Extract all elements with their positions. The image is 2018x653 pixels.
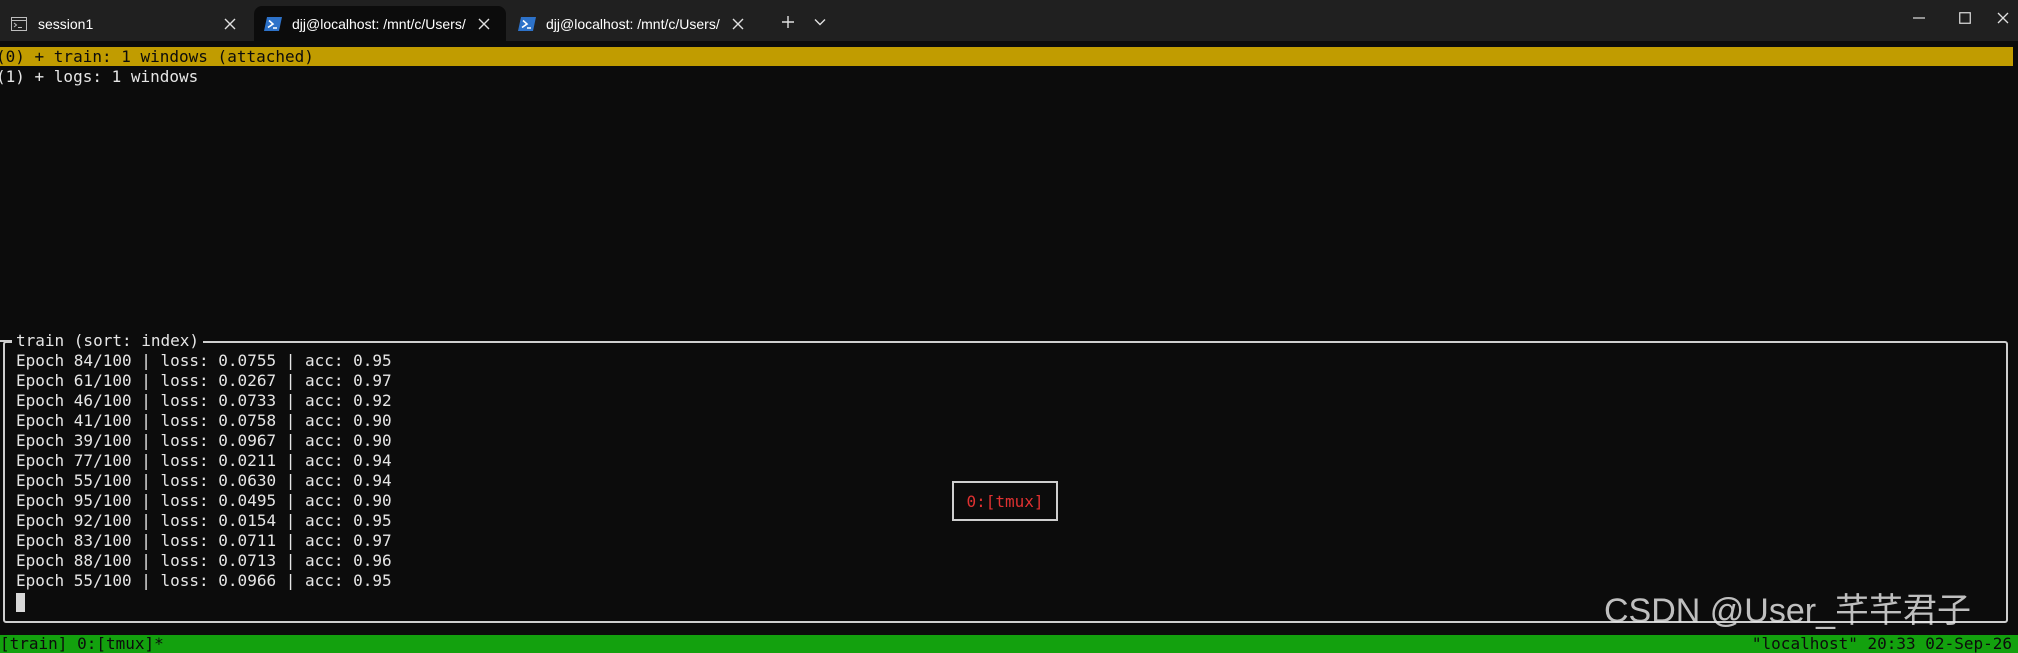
tab-title: session1 xyxy=(38,15,94,32)
log-line: Epoch 88/100 | loss: 0.0713 | acc: 0.96 xyxy=(16,551,392,570)
watermark: CSDN @User_芊芊君子 xyxy=(1604,592,1971,630)
log-line: Epoch 77/100 | loss: 0.0211 | acc: 0.94 xyxy=(16,451,392,470)
log-line: Epoch 39/100 | loss: 0.0967 | acc: 0.90 xyxy=(16,431,392,450)
maximize-button[interactable] xyxy=(1942,0,1988,36)
log-line: Epoch 55/100 | loss: 0.0966 | acc: 0.95 xyxy=(16,571,392,590)
status-left: [train] 0:[tmux]* xyxy=(0,634,164,653)
log-line: Epoch 61/100 | loss: 0.0267 | acc: 0.97 xyxy=(16,371,392,390)
tab-session1[interactable]: session1 xyxy=(0,6,252,41)
tab-localhost-2[interactable]: djj@localhost: /mnt/c/Users/djj xyxy=(508,6,760,41)
log-line: Epoch 83/100 | loss: 0.0711 | acc: 0.97 xyxy=(16,531,392,550)
chevron-down-icon xyxy=(814,19,826,26)
powershell-icon xyxy=(518,15,536,33)
session-item-train[interactable]: (0) + train: 1 windows (attached) xyxy=(0,47,314,67)
pane-title: train (sort: index) xyxy=(12,331,204,351)
terminal-area[interactable]: (0) + train: 1 windows (attached) (1) + … xyxy=(0,41,2018,653)
minimize-icon xyxy=(1913,17,1925,19)
minimize-button[interactable] xyxy=(1896,0,1942,36)
close-icon xyxy=(1997,12,2009,24)
plus-icon xyxy=(782,16,794,28)
tab-title: djj@localhost: /mnt/c/Users/djj xyxy=(546,15,720,32)
new-tab-dropdown-button[interactable] xyxy=(806,8,834,36)
window-preview-label: 0:[tmux] xyxy=(952,481,1058,521)
new-tab-button[interactable] xyxy=(774,8,802,36)
log-line: Epoch 41/100 | loss: 0.0758 | acc: 0.90 xyxy=(16,411,392,430)
tmux-status-bar: [train] 0:[tmux]* "localhost" 20:33 02-S… xyxy=(0,635,2018,653)
terminal-cursor xyxy=(16,593,25,612)
log-line: Epoch 92/100 | loss: 0.0154 | acc: 0.95 xyxy=(16,511,392,530)
window-preview-text: 0:[tmux] xyxy=(966,491,1044,511)
console-icon xyxy=(10,15,28,33)
tab-bar: session1 djj@localhost: /mnt/c/Users/d d… xyxy=(0,0,2018,41)
close-icon[interactable] xyxy=(728,14,748,34)
session-item-logs[interactable]: (1) + logs: 1 windows xyxy=(0,67,198,87)
log-line: Epoch 84/100 | loss: 0.0755 | acc: 0.95 xyxy=(16,351,392,370)
tab-localhost-1[interactable]: djj@localhost: /mnt/c/Users/d xyxy=(254,6,506,41)
status-right: "localhost" 20:33 02-Sep-26 xyxy=(1751,634,2012,653)
maximize-icon xyxy=(1959,12,1971,24)
close-icon[interactable] xyxy=(474,14,494,34)
session-list-selected-row[interactable]: (0) + train: 1 windows (attached) xyxy=(0,47,2013,66)
close-icon[interactable] xyxy=(220,14,240,34)
close-window-button[interactable] xyxy=(1988,0,2018,36)
tab-title: djj@localhost: /mnt/c/Users/d xyxy=(292,15,466,32)
log-line: Epoch 46/100 | loss: 0.0733 | acc: 0.92 xyxy=(16,391,392,410)
log-line: Epoch 95/100 | loss: 0.0495 | acc: 0.90 xyxy=(16,491,392,510)
log-line: Epoch 55/100 | loss: 0.0630 | acc: 0.94 xyxy=(16,471,392,490)
powershell-icon xyxy=(264,15,282,33)
